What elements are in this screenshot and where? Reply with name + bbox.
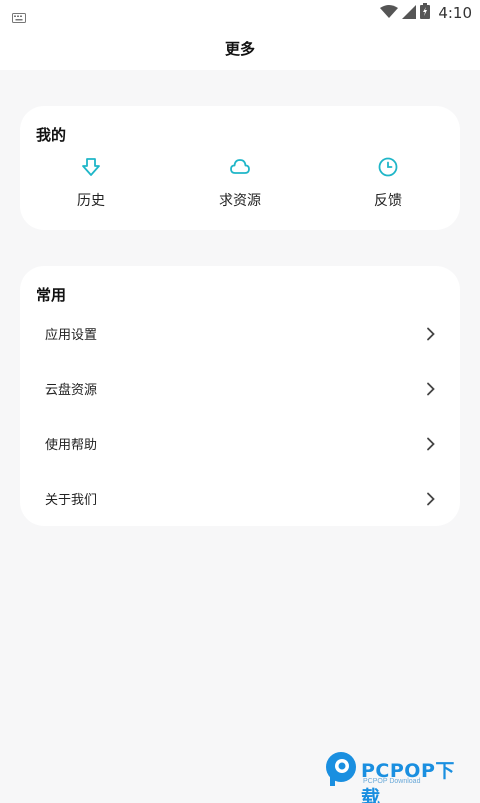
list-item-app-settings[interactable]: 应用设置 (20, 306, 460, 361)
keyboard-icon (12, 8, 26, 27)
shortcut-history[interactable]: 历史 (31, 156, 151, 218)
watermark: PCPOP下载 PCPOP Download (323, 750, 473, 803)
status-time: 4:10 (438, 4, 472, 22)
status-icons: 4:10 (380, 3, 472, 23)
battery-icon (420, 3, 431, 23)
chevron-right-icon (426, 381, 436, 396)
list-item-help[interactable]: 使用帮助 (20, 416, 460, 471)
shortcut-request-resource[interactable]: 求资源 (180, 156, 300, 218)
pcpop-logo-icon (323, 750, 359, 788)
shortcut-feedback[interactable]: 反馈 (328, 156, 448, 218)
list-item-label: 云盘资源 (45, 383, 98, 398)
wifi-icon (380, 4, 399, 23)
history-download-icon (80, 156, 102, 178)
status-bar: 4:10 (0, 0, 480, 26)
page-title: 更多 (224, 39, 255, 58)
shortcut-request-resource-label: 求资源 (219, 193, 261, 209)
chevron-right-icon (426, 326, 436, 341)
list-item-label: 使用帮助 (45, 438, 98, 453)
watermark-subtext: PCPOP Download (363, 778, 421, 785)
list-item-label: 应用设置 (45, 328, 98, 343)
app-bar: 更多 (0, 26, 480, 70)
common-card: 常用 应用设置 云盘资源 使用帮助 关于我们 (20, 266, 460, 526)
list-item-about-us[interactable]: 关于我们 (20, 471, 460, 526)
list-item-label: 关于我们 (45, 493, 98, 508)
shortcut-history-label: 历史 (77, 193, 105, 209)
cloud-icon (229, 156, 251, 178)
chevron-right-icon (426, 436, 436, 451)
chevron-right-icon (426, 491, 436, 506)
signal-icon (402, 4, 417, 23)
clock-icon (377, 156, 399, 178)
common-section-title: 常用 (36, 286, 67, 304)
mine-card: 我的 历史 求资源 反馈 (20, 106, 460, 230)
shortcut-feedback-label: 反馈 (374, 193, 402, 209)
mine-section-title: 我的 (36, 126, 67, 144)
list-item-cloud-resources[interactable]: 云盘资源 (20, 361, 460, 416)
